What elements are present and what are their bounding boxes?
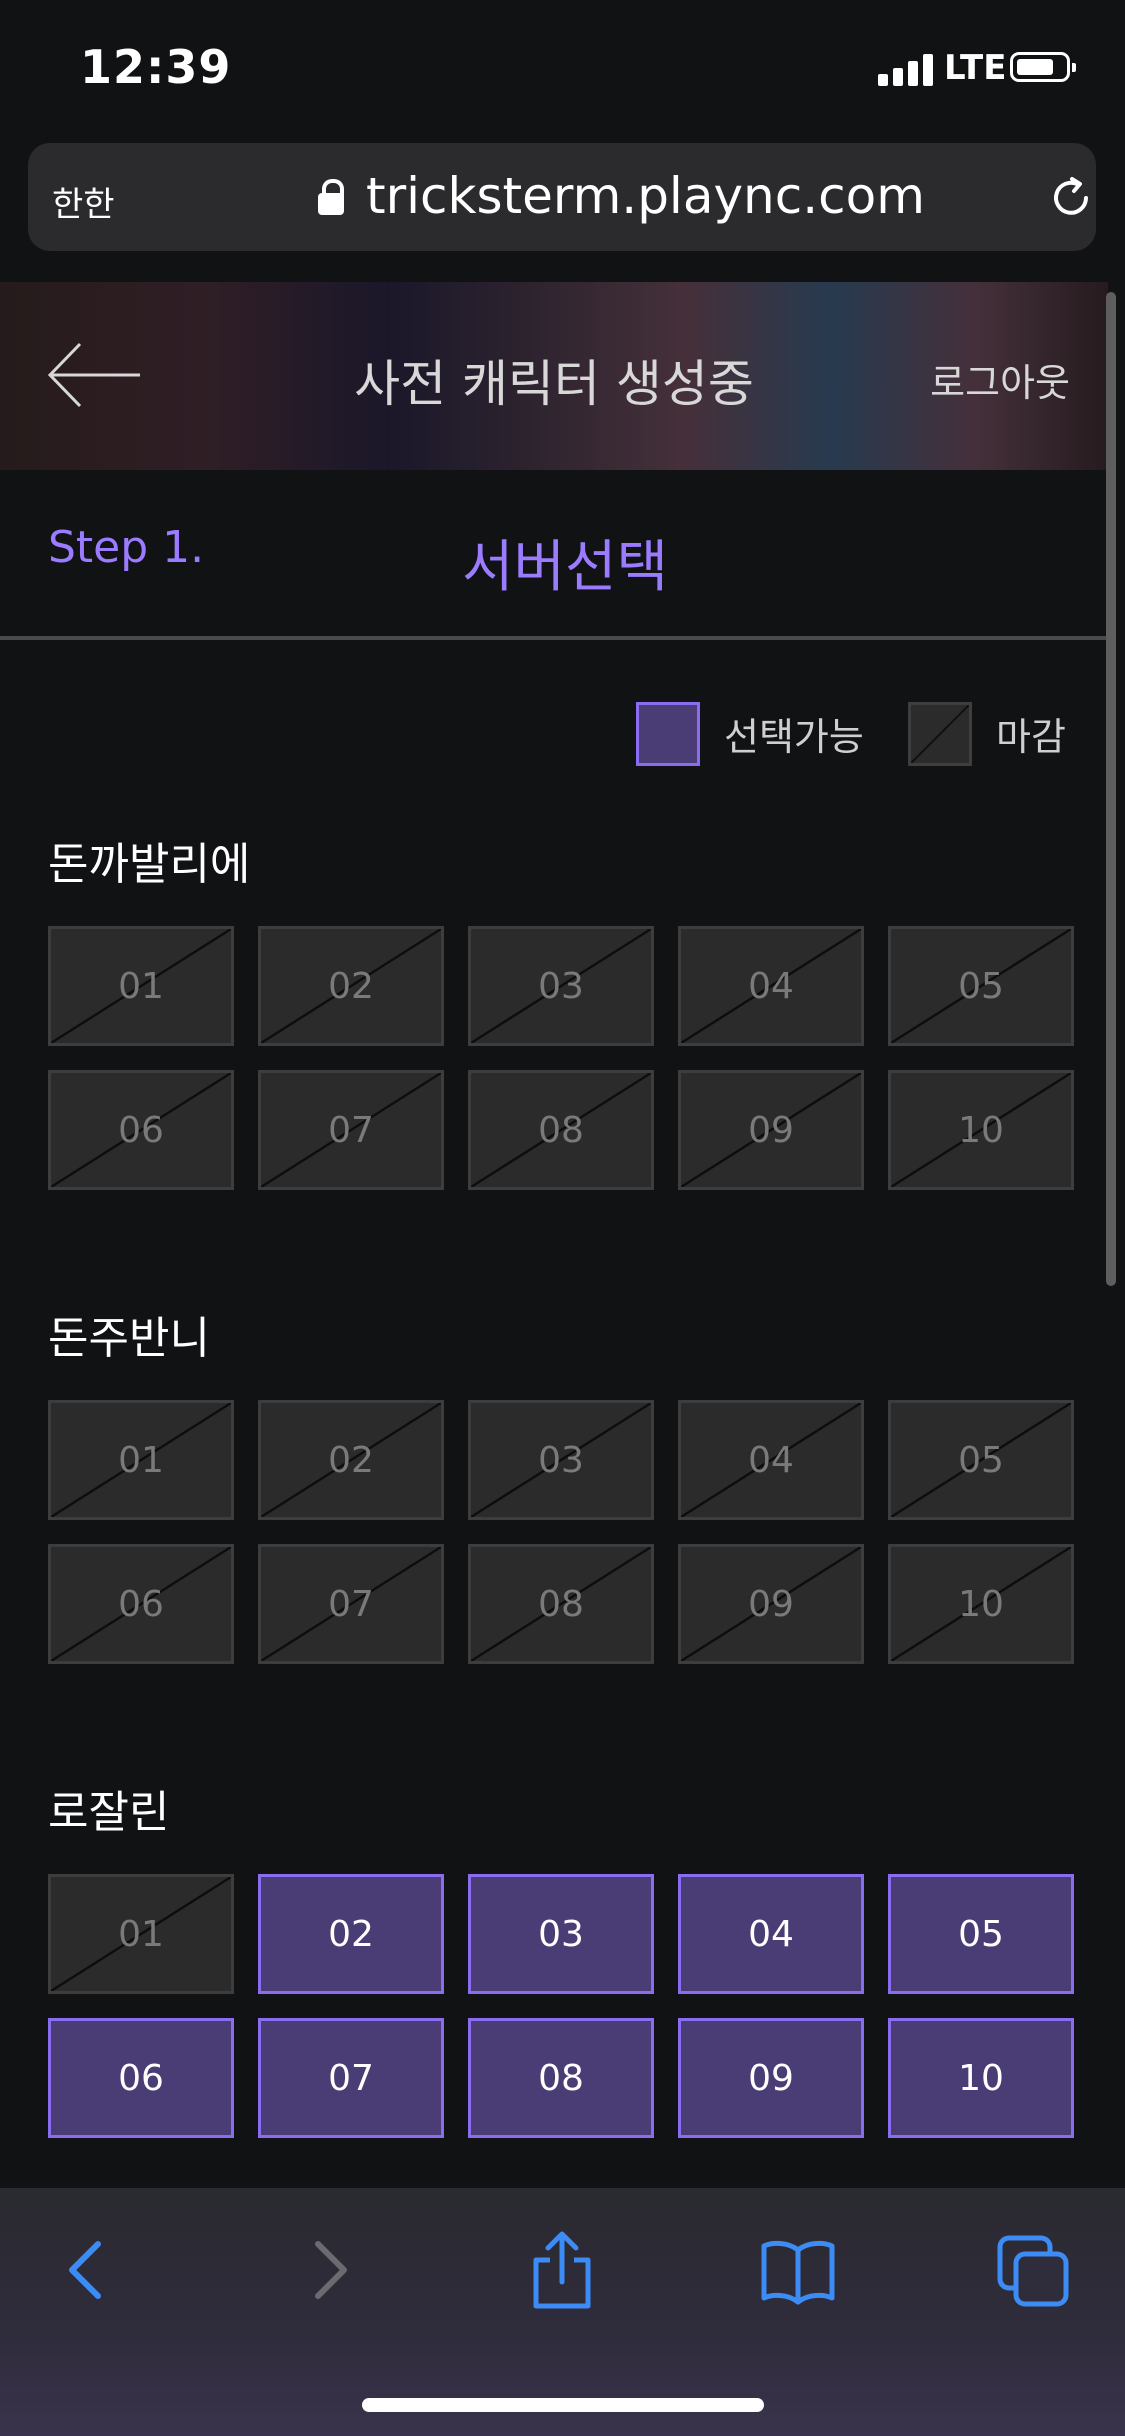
legend-closed-label: 마감 [996,715,1066,759]
channel-button-closed: 08 [468,1544,654,1664]
channel-button-closed: 03 [468,926,654,1046]
channel-number: 10 [958,1109,1004,1151]
server-name: 돈주반니 [48,1313,210,1364]
tabs-icon[interactable] [994,2230,1074,2310]
channel-number: 04 [748,1913,794,1955]
channel-number: 03 [538,965,584,1007]
channel-number: 10 [958,2057,1004,2099]
forward-icon[interactable] [288,2230,368,2310]
channel-number: 02 [328,1439,374,1481]
channel-button-available[interactable]: 10 [888,2018,1074,2138]
channel-number: 08 [538,1109,584,1151]
logout-button[interactable]: 로그아웃 [930,352,1070,407]
channel-number: 06 [118,1109,164,1151]
channel-number: 09 [748,2057,794,2099]
share-icon[interactable] [522,2230,602,2310]
channel-number: 02 [328,965,374,1007]
channel-button-closed: 08 [468,1070,654,1190]
channel-number: 03 [538,1439,584,1481]
server-name: 로잘린 [48,1787,170,1838]
channel-button-closed: 07 [258,1544,444,1664]
channel-number: 03 [538,1913,584,1955]
channel-button-available[interactable]: 09 [678,2018,864,2138]
text-size-button[interactable]: 한한 [52,177,115,226]
channel-button-closed: 10 [888,1544,1074,1664]
status-bar: 12:39 LTE [0,0,1125,136]
channel-button-closed: 01 [48,1400,234,1520]
channel-button-closed: 06 [48,1070,234,1190]
channel-button-closed: 07 [258,1070,444,1190]
channel-button-closed: 09 [678,1070,864,1190]
channel-number: 02 [328,1913,374,1955]
legend-available-swatch [636,702,700,766]
channel-button-closed: 04 [678,1400,864,1520]
channel-button-available[interactable]: 04 [678,1874,864,1994]
channel-button-closed: 09 [678,1544,864,1664]
channel-number: 04 [748,1439,794,1481]
channel-button-closed: 05 [888,1400,1074,1520]
channel-number: 01 [118,965,164,1007]
channel-button-available[interactable]: 05 [888,1874,1074,1994]
bookmarks-icon[interactable] [758,2230,838,2310]
channel-number: 09 [748,1583,794,1625]
channel-number: 04 [748,965,794,1007]
channel-button-closed: 02 [258,926,444,1046]
channel-button-closed: 01 [48,1874,234,1994]
network-type: LTE [944,48,1007,88]
server-name: 돈까발리에 [48,839,251,890]
address-bar[interactable]: 한한 tricksterm.plaync.com [28,143,1096,251]
legend-available-label: 선택가능 [724,715,864,759]
status-time: 12:39 [80,40,232,94]
channel-number: 05 [958,965,1004,1007]
url-text[interactable]: tricksterm.plaync.com [366,167,925,225]
channel-number: 01 [118,1913,164,1955]
channel-button-closed: 05 [888,926,1074,1046]
channel-button-available[interactable]: 06 [48,2018,234,2138]
divider [0,636,1108,640]
channel-button-closed: 02 [258,1400,444,1520]
channel-button-closed: 04 [678,926,864,1046]
channel-button-available[interactable]: 03 [468,1874,654,1994]
lock-icon [318,179,344,217]
legend-closed-swatch [908,702,972,766]
battery-icon [1010,52,1076,82]
channel-button-available[interactable]: 07 [258,2018,444,2138]
channel-button-closed: 10 [888,1070,1074,1190]
channel-number: 10 [958,1583,1004,1625]
channel-button-closed: 03 [468,1400,654,1520]
channel-number: 06 [118,1583,164,1625]
header-banner: 사전 캐릭터 생성중 로그아웃 [0,282,1108,470]
step-title: 서버선택 [462,535,669,600]
home-indicator [362,2398,764,2412]
channel-button-available[interactable]: 08 [468,2018,654,2138]
channel-button-available[interactable]: 02 [258,1874,444,1994]
channel-number: 08 [538,1583,584,1625]
reload-icon[interactable] [1048,175,1094,221]
channel-button-closed: 06 [48,1544,234,1664]
channel-number: 01 [118,1439,164,1481]
step-label: Step 1. [48,522,205,573]
channel-button-closed: 01 [48,926,234,1046]
cellular-signal-icon [878,52,936,86]
channel-number: 05 [958,1439,1004,1481]
channel-number: 06 [118,2057,164,2099]
channel-number: 07 [328,2057,374,2099]
channel-number: 09 [748,1109,794,1151]
channel-number: 07 [328,1109,374,1151]
channel-number: 05 [958,1913,1004,1955]
scrollbar[interactable] [1106,292,1116,1286]
channel-number: 08 [538,2057,584,2099]
channel-number: 07 [328,1583,374,1625]
back-icon[interactable] [48,2230,128,2310]
